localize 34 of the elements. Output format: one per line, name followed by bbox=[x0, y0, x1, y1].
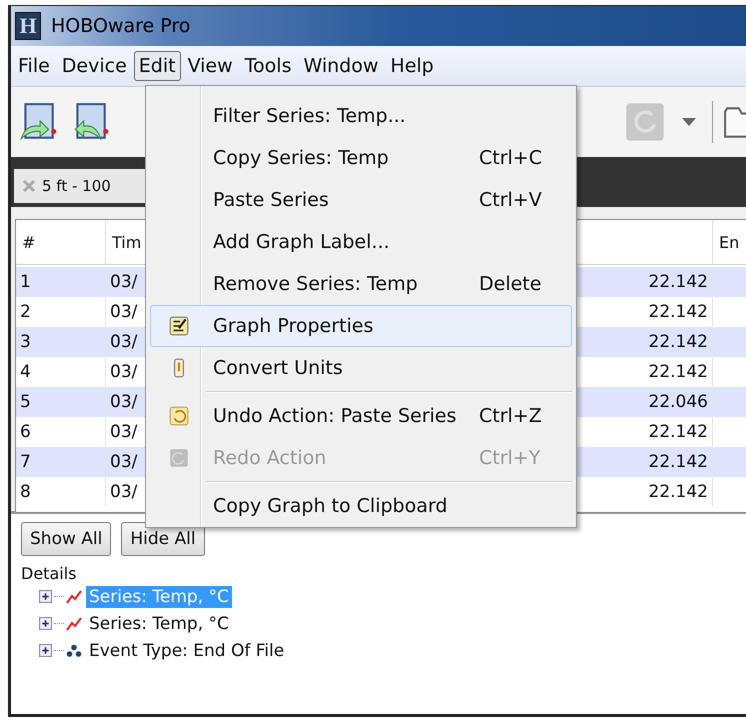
table-cell: 8 bbox=[16, 477, 106, 507]
caret-icon[interactable] bbox=[682, 118, 696, 126]
undo-icon bbox=[168, 405, 190, 427]
line-graph-icon bbox=[66, 590, 82, 604]
tab-label: 5 ft - 100 bbox=[42, 177, 111, 195]
table-cell: 7 bbox=[16, 447, 106, 477]
expand-icon[interactable] bbox=[39, 590, 52, 603]
menu-item[interactable]: Graph Properties bbox=[150, 305, 572, 347]
tree-item[interactable]: Series: Temp, °C bbox=[86, 612, 232, 634]
table-cell: 1 bbox=[16, 267, 106, 297]
menu-bar-item[interactable]: Device bbox=[56, 51, 132, 81]
properties-icon bbox=[168, 315, 190, 337]
column-header: En bbox=[713, 220, 746, 264]
dots-icon bbox=[66, 644, 82, 658]
menu-bar-item[interactable]: Help bbox=[385, 51, 439, 81]
details-label: Details bbox=[21, 564, 78, 583]
menu-bar-item[interactable]: Window bbox=[298, 51, 384, 81]
expand-icon[interactable] bbox=[39, 617, 52, 630]
expand-icon[interactable] bbox=[39, 644, 52, 657]
line-graph-icon bbox=[66, 616, 82, 630]
menu-bar-item[interactable]: View bbox=[182, 51, 238, 81]
menu-bar-item[interactable]: File bbox=[13, 51, 55, 81]
menu-item[interactable]: Filter Series: Temp... bbox=[150, 95, 572, 137]
document-arrow-icon[interactable] bbox=[17, 101, 59, 143]
table-cell: 5 bbox=[16, 387, 106, 417]
app-logo: H bbox=[15, 12, 41, 40]
toggle-button[interactable]: Show All bbox=[21, 522, 112, 556]
redo-icon bbox=[168, 447, 190, 469]
window-title: HOBOware Pro bbox=[51, 15, 190, 37]
column-header: # bbox=[16, 220, 106, 264]
table-cell: 3 bbox=[16, 327, 106, 357]
menu-bar-item[interactable]: Tools bbox=[240, 51, 296, 81]
tree-item[interactable]: Event Type: End Of File bbox=[86, 640, 288, 662]
menu-bar-item[interactable]: Edit bbox=[134, 51, 181, 81]
